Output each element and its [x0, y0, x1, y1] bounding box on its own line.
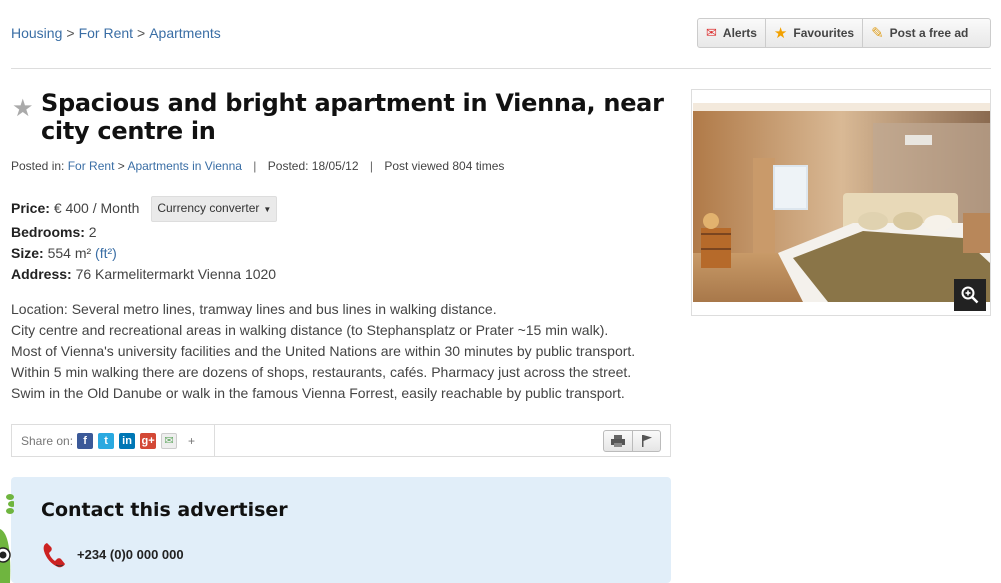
bedrooms-label: Bedrooms:	[11, 224, 85, 240]
more-share-button[interactable]: +	[188, 434, 195, 448]
flag-icon	[641, 435, 652, 447]
currency-converter-label: Currency converter	[157, 201, 260, 215]
address-row: Address: 76 Karmelitermarkt Vienna 1020	[11, 264, 277, 285]
mascot-illustration	[0, 489, 14, 583]
phone-number[interactable]: +234 (0)0 000 000	[77, 547, 184, 562]
view-count: Post viewed 804 times	[384, 159, 505, 173]
caret-down-icon: ▼	[263, 205, 272, 214]
size-unit-link[interactable]: (ft²)	[95, 245, 117, 261]
size-label: Size:	[11, 245, 44, 261]
meta-divider: |	[253, 159, 257, 173]
linkedin-icon[interactable]: in	[119, 432, 136, 449]
description-line: Location: Several metro lines, tramway l…	[11, 301, 497, 317]
favourites-label: Favourites	[793, 26, 855, 40]
listing-details: Price: € 400 / Month Currency converter ▼…	[11, 196, 278, 285]
google-plus-icon[interactable]: g+	[140, 432, 157, 449]
report-button[interactable]	[632, 431, 660, 451]
breadcrumb-housing[interactable]: Housing	[11, 25, 62, 41]
star-icon: ★	[773, 25, 788, 42]
breadcrumb-separator: >	[137, 25, 146, 41]
listing-title: Spacious and bright apartment in Vienna,…	[41, 89, 664, 145]
listing-photo-frame	[691, 89, 991, 316]
share-icons: Share on: f t in g+ ✉ +	[12, 425, 215, 456]
description-line: Most of Vienna's university facilities a…	[11, 343, 636, 359]
zoom-button[interactable]	[954, 279, 986, 311]
category-link[interactable]: For Rent	[68, 159, 115, 173]
currency-converter-button[interactable]: Currency converter ▼	[151, 196, 278, 222]
breadcrumb: Housing > For Rent > Apartments	[11, 25, 221, 41]
address-value: 76 Karmelitermarkt Vienna 1020	[75, 266, 277, 282]
posted-date: Posted: 18/05/12	[267, 159, 359, 173]
twitter-icon[interactable]: t	[98, 432, 115, 449]
bedrooms-value: 2	[88, 224, 97, 240]
print-button[interactable]	[604, 431, 632, 451]
listing-description: Location: Several metro lines, tramway l…	[11, 299, 671, 404]
size-value: 554 m²	[47, 245, 92, 261]
alerts-label: Alerts	[722, 26, 757, 40]
breadcrumb-apartments[interactable]: Apartments	[149, 25, 221, 41]
breadcrumb-separator: >	[66, 25, 75, 41]
bedrooms-row: Bedrooms: 2	[11, 222, 277, 243]
subcategory-link[interactable]: Apartments in Vienna	[127, 159, 242, 173]
phone-icon	[41, 541, 67, 575]
alerts-button[interactable]: ✉ Alerts	[698, 19, 766, 47]
listing-photo[interactable]	[693, 103, 990, 302]
divider	[11, 68, 991, 69]
listing-meta: Posted in: For Rent > Apartments in Vien…	[11, 159, 504, 173]
contact-panel: Contact this advertiser +234 (0)0 000 00…	[11, 477, 671, 583]
printer-icon	[611, 435, 625, 447]
post-ad-label: Post a free ad	[889, 26, 969, 40]
price-label: Price:	[11, 200, 50, 216]
description-line: Swim in the Old Danube or walk in the fa…	[11, 385, 625, 401]
size-row: Size: 554 m² (ft²)	[11, 243, 277, 264]
meta-divider: |	[369, 159, 373, 173]
listing-tools	[603, 430, 661, 452]
email-icon[interactable]: ✉	[161, 432, 178, 449]
favourites-button[interactable]: ★ Favourites	[766, 19, 864, 47]
facebook-icon[interactable]: f	[77, 432, 94, 449]
address-label: Address:	[11, 266, 72, 282]
meta-separator: >	[117, 159, 125, 173]
top-action-bar: ✉ Alerts ★ Favourites ✎ Post a free ad	[697, 18, 991, 48]
alert-icon: ✉	[706, 25, 717, 40]
breadcrumb-for-rent[interactable]: For Rent	[79, 25, 133, 41]
posted-in-label: Posted in:	[11, 159, 65, 173]
price-value: € 400 / Month	[53, 200, 140, 216]
zoom-in-icon	[961, 286, 979, 304]
contact-title: Contact this advertiser	[41, 499, 288, 521]
share-bar: Share on: f t in g+ ✉ +	[11, 424, 671, 457]
price-row: Price: € 400 / Month Currency converter ▼	[11, 196, 278, 222]
post-ad-button[interactable]: ✎ Post a free ad	[863, 19, 976, 47]
description-line: City centre and recreational areas in wa…	[11, 322, 609, 338]
favourite-star-icon[interactable]: ★	[12, 94, 34, 123]
pencil-icon: ✎	[871, 25, 884, 42]
share-label: Share on:	[21, 433, 74, 448]
description-line: Within 5 min walking there are dozens of…	[11, 364, 632, 380]
